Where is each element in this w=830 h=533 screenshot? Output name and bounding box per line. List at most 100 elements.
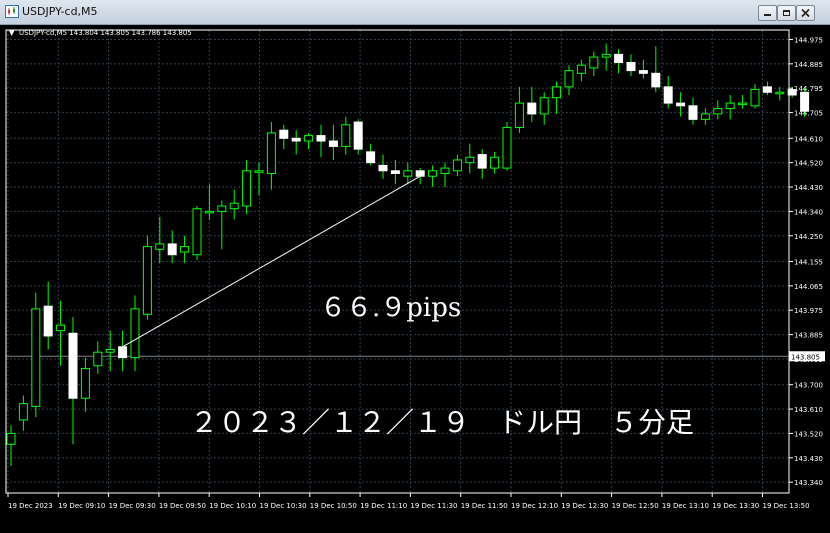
candle-body-bear xyxy=(118,346,128,359)
candle-body-bull xyxy=(502,126,512,169)
candle xyxy=(564,65,574,95)
candle-body-bull xyxy=(242,170,252,207)
candle-body-bull xyxy=(440,167,450,175)
candle-body-bull xyxy=(80,367,90,399)
y-tick-label: 144.065 xyxy=(794,283,823,291)
candle xyxy=(428,165,438,188)
candle-body-bull xyxy=(180,246,190,253)
x-tick-label: 19 Dec 09:30 xyxy=(109,502,156,510)
candle xyxy=(142,235,152,320)
x-tick-label: 19 Dec 13:10 xyxy=(662,502,709,510)
close-icon xyxy=(801,8,810,18)
candle-body-bear xyxy=(651,72,661,88)
candle xyxy=(204,184,214,220)
candle-body-bull xyxy=(204,210,214,214)
candle xyxy=(105,330,115,372)
candle-body-bear xyxy=(688,105,698,120)
candle-body-bear xyxy=(43,305,53,337)
y-tick-label: 144.795 xyxy=(794,85,823,93)
candle-body-bear xyxy=(638,70,648,74)
candle xyxy=(775,86,785,101)
y-tick-label: 144.430 xyxy=(794,184,823,192)
x-tick-label: 19 Dec 12:10 xyxy=(511,502,558,510)
candle-body-bull xyxy=(552,86,562,99)
current-price-label: 143.805 xyxy=(791,353,820,361)
candle xyxy=(403,162,413,185)
candle xyxy=(614,48,624,74)
x-tick-label: 19 Dec 10:50 xyxy=(310,502,357,510)
candle xyxy=(217,200,227,250)
candle xyxy=(762,81,772,95)
candle-body-bull xyxy=(576,64,586,74)
chart-window: USDJPY-cd,M5 144.975 144.885 144.795 144.70… xyxy=(0,0,830,533)
candle-body-bull xyxy=(105,348,115,353)
x-tick-label: 19 Dec 13:30 xyxy=(712,502,759,510)
candle-body-bull xyxy=(713,108,723,115)
candle xyxy=(440,162,450,188)
candle-body-bear xyxy=(527,102,537,115)
candle-body-bull xyxy=(192,208,202,256)
candle-body-bull xyxy=(490,156,500,169)
restore-icon xyxy=(783,10,790,16)
candle xyxy=(366,143,376,166)
symbol-info: USDJPY-cd,M5 143.804 143.805 143.786 143… xyxy=(19,29,192,37)
window-title: USDJPY-cd,M5 xyxy=(22,5,98,18)
candle xyxy=(390,159,400,185)
candle-body-bear xyxy=(353,121,363,150)
x-tick-label: 19 Dec 10:10 xyxy=(209,502,256,510)
candle-body-bull xyxy=(539,97,549,115)
y-tick-label: 144.520 xyxy=(794,160,823,168)
candle xyxy=(192,205,202,261)
x-tick-label: 19 Dec 13:50 xyxy=(763,502,810,510)
chart-area[interactable]: 144.975 144.885 144.795 144.705 144.610 144.5… xyxy=(0,25,830,533)
candle xyxy=(68,317,78,445)
candle-body-bull xyxy=(229,202,239,210)
y-tick-label: 143.885 xyxy=(794,332,823,340)
candle-body-bull xyxy=(452,159,462,172)
candle xyxy=(316,124,326,158)
candle-body-bull xyxy=(775,91,785,95)
candle-body-bull xyxy=(341,124,351,147)
candle xyxy=(750,84,760,109)
symbol-arrow-icon[interactable]: ▼ xyxy=(9,29,15,37)
candle xyxy=(353,119,363,155)
candle xyxy=(626,54,636,77)
candle xyxy=(514,86,524,133)
candle-body-bull xyxy=(6,432,16,445)
candle xyxy=(291,130,301,155)
close-button[interactable] xyxy=(796,5,815,21)
candle-body-bear xyxy=(614,53,624,63)
candle xyxy=(31,292,41,418)
y-tick-label: 143.520 xyxy=(794,430,823,438)
candle-body-bear xyxy=(762,86,772,93)
minimize-button[interactable] xyxy=(758,5,777,21)
candle-body-bull xyxy=(514,102,524,128)
candle-body-bear xyxy=(800,91,810,112)
candle-body-bull xyxy=(304,135,314,142)
candle-body-bear xyxy=(68,332,78,399)
candle xyxy=(43,281,53,350)
candle-body-bull xyxy=(589,56,599,69)
candle xyxy=(576,59,586,82)
title-bar[interactable]: USDJPY-cd,M5 xyxy=(0,0,830,25)
candle xyxy=(490,151,500,174)
y-tick-label: 144.975 xyxy=(794,36,823,44)
y-tick-label: 143.340 xyxy=(794,479,823,487)
y-tick-label: 144.340 xyxy=(794,208,823,216)
candle-body-bear xyxy=(415,170,425,177)
minimize-icon xyxy=(764,14,771,16)
candle-body-bull xyxy=(18,403,28,421)
y-tick-label: 144.250 xyxy=(794,233,823,241)
candle xyxy=(304,132,314,150)
x-tick-label: 19 Dec 12:30 xyxy=(561,502,608,510)
candle-body-bear xyxy=(316,135,326,142)
candle xyxy=(118,330,128,372)
candle xyxy=(266,122,276,190)
restore-button[interactable] xyxy=(777,5,796,21)
candle-body-bull xyxy=(601,53,611,58)
x-tick-label: 19 Dec 11:30 xyxy=(410,502,457,510)
candle xyxy=(725,94,735,120)
candle xyxy=(242,159,252,215)
candle-body-bull xyxy=(738,102,748,106)
candle xyxy=(229,189,239,220)
